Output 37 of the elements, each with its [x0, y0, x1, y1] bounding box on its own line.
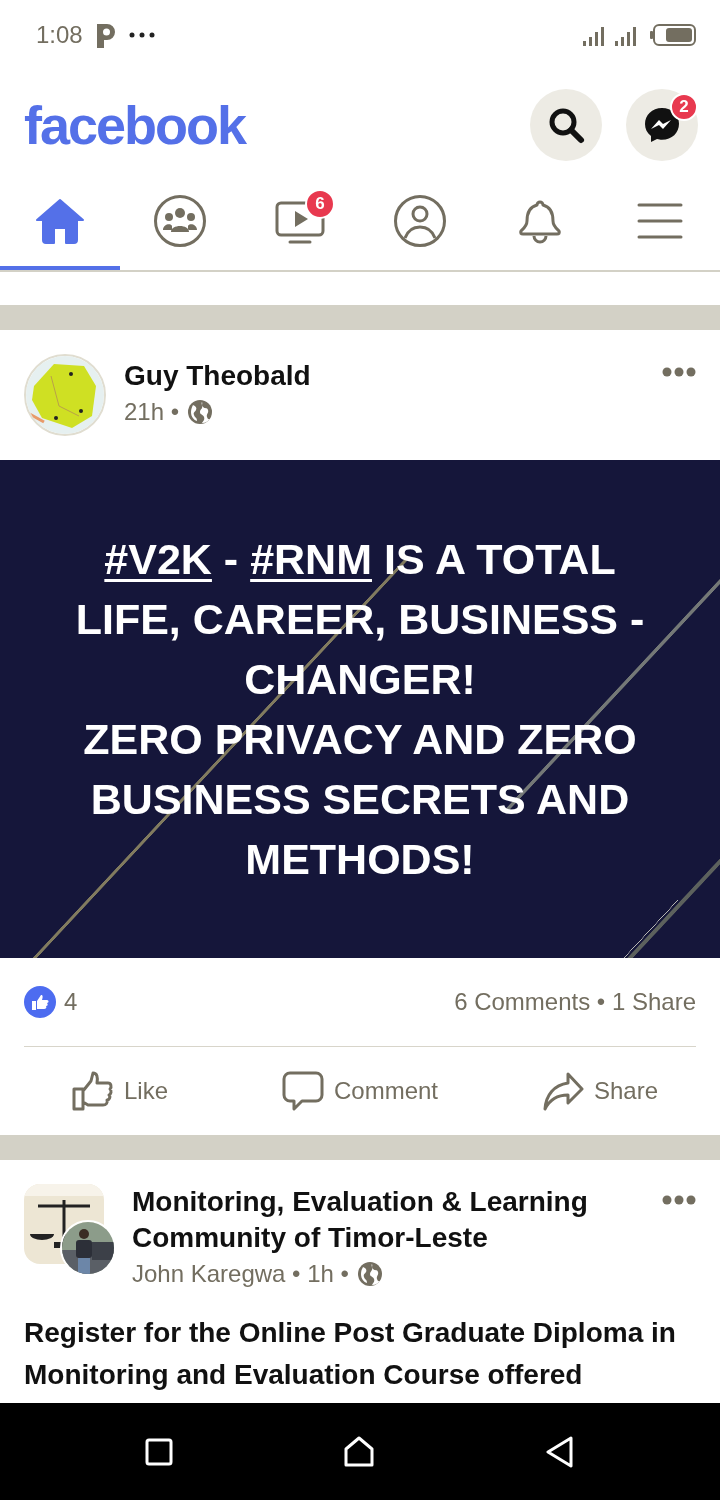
home-icon[interactable] — [343, 1435, 375, 1468]
post-text: Register for the Online Post Graduate Diploma in Monitoring and Evaluation Course offered — [23, 1316, 677, 1392]
battery-icon — [650, 24, 696, 46]
like-button[interactable]: Like — [0, 1047, 240, 1135]
groups-icon — [153, 194, 207, 248]
menu-icon — [637, 202, 683, 240]
post-time: 21h • — [124, 398, 180, 426]
thumbs-up-icon — [72, 1071, 114, 1111]
hashtag-link[interactable]: #V2K — [104, 535, 212, 583]
author-name[interactable]: Guy Theobald — [124, 358, 644, 394]
comment-icon — [282, 1071, 324, 1111]
like-reaction-icon — [24, 986, 56, 1018]
post-author-time: John Karegwa • 1h • — [132, 1260, 349, 1288]
facebook-logo: facebook — [24, 94, 246, 156]
share-icon — [541, 1071, 584, 1111]
reaction-count[interactable]: 4 — [64, 988, 78, 1016]
comment-share-count[interactable]: 6 Comments • 1 Share — [454, 988, 696, 1016]
notification-badge: 2 — [670, 93, 698, 121]
profile-icon — [393, 194, 447, 248]
comment-button[interactable]: Comment — [240, 1047, 480, 1135]
messenger-button[interactable]: 2 — [626, 89, 698, 161]
more-icon[interactable] — [662, 1194, 696, 1206]
status-time: 1:08 — [36, 21, 83, 49]
recent-apps-icon[interactable] — [145, 1437, 173, 1466]
more-icon[interactable] — [662, 366, 696, 378]
share-button[interactable]: Share — [480, 1047, 720, 1135]
hashtag-link[interactable]: #RNM — [250, 535, 372, 583]
more-icon — [128, 32, 155, 38]
group-name[interactable]: Monitoring, Evaluation & Learning Community of Timor-Leste — [132, 1184, 644, 1256]
post-card-text: #V2K - #RNM IS A TOTAL LIFE, CAREER, BUSINESS - CHANGER! ZERO PRIVACY AND ZERO BUSINESS SECRETS AND METHODS! — [74, 534, 646, 885]
notification-badge: 6 — [305, 189, 335, 219]
tab[interactable]: 6 — [240, 180, 360, 270]
globe-icon — [356, 1261, 383, 1287]
app-icon — [94, 22, 117, 48]
home-icon — [35, 198, 85, 244]
back-icon[interactable] — [545, 1435, 575, 1468]
globe-icon — [187, 399, 214, 425]
